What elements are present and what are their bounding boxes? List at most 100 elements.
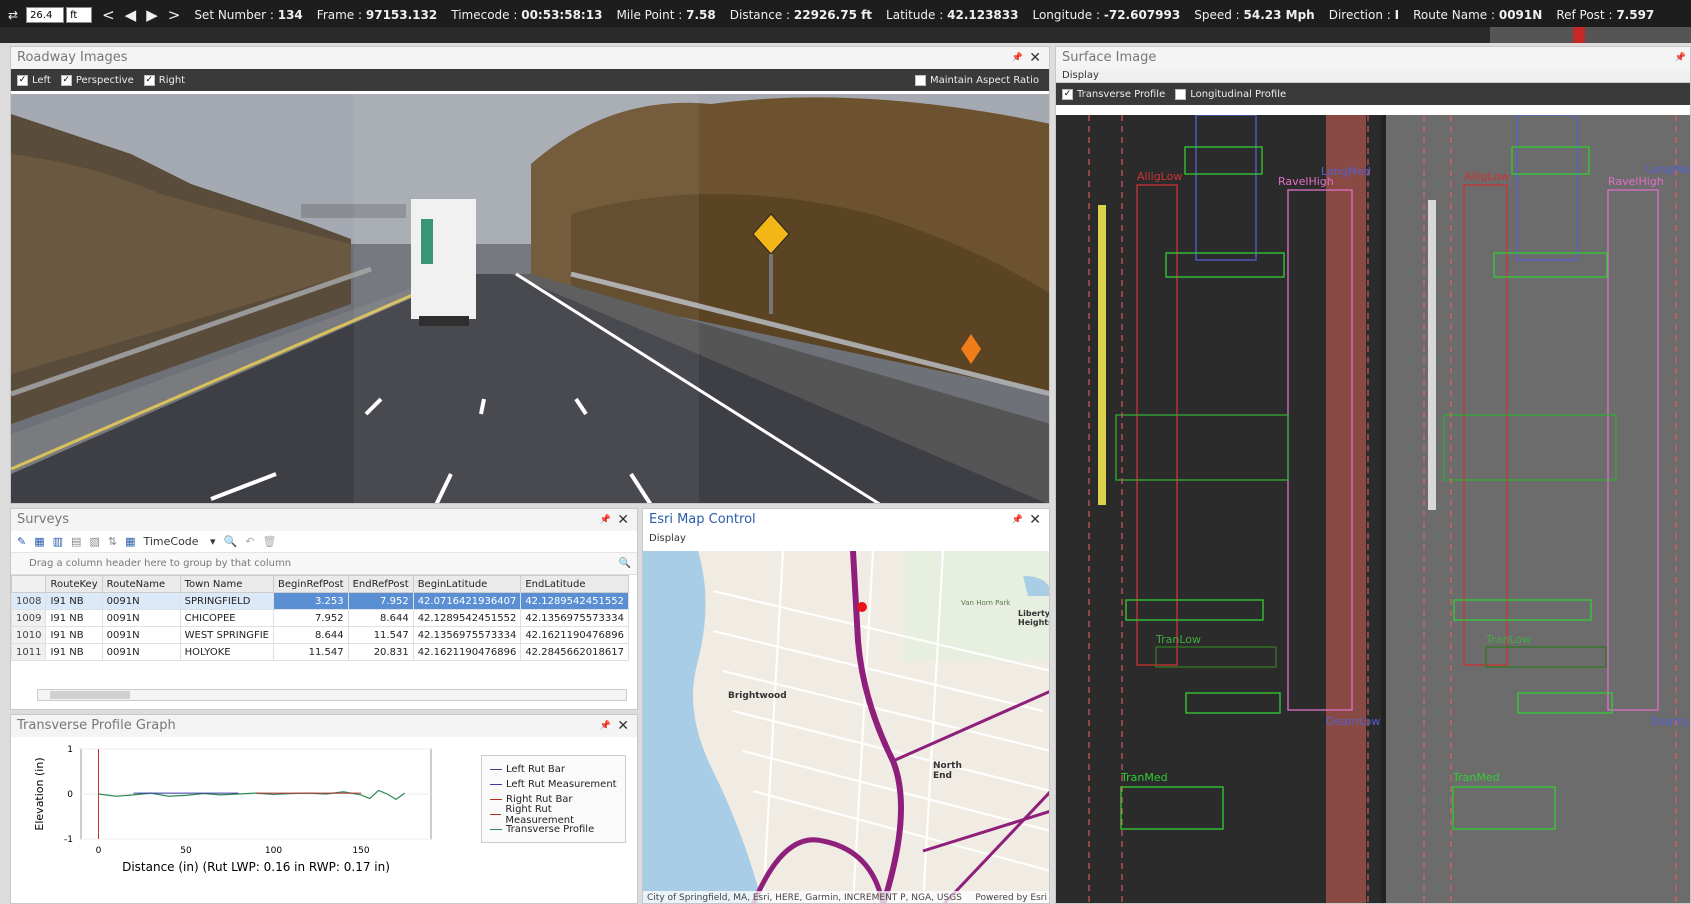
table-cell[interactable]: I91 NB bbox=[45, 643, 103, 661]
row-number: 1011 bbox=[11, 643, 47, 661]
grid-filter-icon[interactable]: ▧ bbox=[89, 535, 99, 548]
search-icon[interactable]: 🔍 bbox=[619, 553, 631, 575]
x-tick-label: 0 bbox=[96, 846, 102, 856]
table-cell[interactable]: 42.0716421936407 bbox=[412, 592, 522, 610]
table-cell[interactable]: I91 NB bbox=[45, 609, 103, 627]
close-icon[interactable]: ✕ bbox=[1029, 509, 1041, 531]
x-tick-label: 150 bbox=[352, 846, 369, 856]
status-field: Timecode : 00:53:58:13 bbox=[451, 8, 603, 22]
timeline-seekbar[interactable] bbox=[0, 27, 1691, 43]
row-number: 1008 bbox=[11, 592, 47, 610]
pin-icon[interactable]: 📌 bbox=[600, 715, 611, 737]
table-row[interactable]: 1010 I91 NB 0091N WEST SPRINGFIE 8.644 11.547… bbox=[11, 626, 629, 644]
column-header[interactable]: Town Name bbox=[179, 575, 275, 593]
search-icon[interactable]: 🔍 bbox=[224, 535, 238, 548]
table-cell[interactable]: 0091N bbox=[101, 609, 181, 627]
table-cell[interactable]: 0091N bbox=[101, 643, 181, 661]
y-tick-label: -1 bbox=[64, 835, 73, 845]
table-cell[interactable]: 7.952 bbox=[347, 592, 414, 610]
esri-map-panel: Esri Map Control 📌 ✕ Display Brightwood No… bbox=[642, 508, 1050, 904]
table-row[interactable]: 1008 I91 NB 0091N SPRINGFIELD 3.253 7.952 42.0… bbox=[11, 592, 629, 610]
table-cell[interactable]: 42.1356975573334 bbox=[520, 609, 629, 627]
map-canvas[interactable]: Brightwood North End Liberty Heights Van… bbox=[643, 551, 1050, 903]
next-frame-button[interactable]: > bbox=[168, 6, 181, 24]
column-header[interactable]: BeginRefPost bbox=[273, 575, 349, 593]
step-distance-input[interactable]: 26.4 bbox=[26, 7, 65, 23]
close-icon[interactable]: ✕ bbox=[617, 715, 629, 737]
display-menu[interactable]: Display bbox=[1062, 70, 1099, 81]
status-field: Mile Point : 7.58 bbox=[616, 8, 716, 22]
table-row[interactable]: 1011 I91 NB 0091N HOLYOKE 11.547 20.831 42.162… bbox=[11, 643, 629, 661]
x-axis-label: Distance (in) (Rut LWP: 0.16 in RWP: 0.1… bbox=[122, 860, 390, 874]
table-cell[interactable]: WEST SPRINGFIE bbox=[179, 626, 275, 644]
table-cell[interactable]: 42.1621190476896 bbox=[520, 626, 629, 644]
close-icon[interactable]: ✕ bbox=[1029, 47, 1041, 69]
column-header[interactable]: BeginLatitude bbox=[412, 575, 522, 593]
left-checkbox[interactable]: ✓ Left bbox=[17, 74, 51, 86]
longitudinal-profile-checkbox[interactable]: Longitudinal Profile bbox=[1175, 88, 1286, 100]
play-reverse-button[interactable]: ◀ bbox=[125, 6, 137, 24]
table-cell[interactable]: HOLYOKE bbox=[179, 643, 275, 661]
map-place-label: Liberty Heights bbox=[1018, 609, 1050, 627]
pin-icon[interactable]: 📌 bbox=[1012, 509, 1023, 531]
timeline-position-marker[interactable] bbox=[1573, 27, 1585, 43]
sort-icon[interactable]: ⇅ bbox=[108, 535, 117, 548]
table-cell[interactable]: 42.1621190476896 bbox=[412, 643, 522, 661]
maintain-aspect-checkbox[interactable]: Maintain Aspect Ratio bbox=[914, 74, 1039, 86]
table-cell[interactable]: 0091N bbox=[101, 626, 181, 644]
map-attribution: City of Springfield, MA, Esri, HERE, Gar… bbox=[647, 893, 962, 903]
table-cell[interactable]: 0091N bbox=[101, 592, 181, 610]
table-cell[interactable]: 3.253 bbox=[273, 592, 349, 610]
previous-frame-button[interactable]: < bbox=[102, 6, 115, 24]
grid-view-icon[interactable]: ▦ bbox=[34, 535, 44, 548]
grid-rows-icon[interactable]: ▤ bbox=[71, 535, 81, 548]
transverse-profile-checkbox[interactable]: ✓ Transverse Profile bbox=[1062, 88, 1165, 100]
map-place-label: Van Horn Park bbox=[961, 599, 1011, 607]
group-by-hint[interactable]: Drag a column header here to group by th… bbox=[11, 553, 637, 575]
top-toolbar: ⇄ 26.4 ft < ◀ ▶ > Set Number : 134 Frame … bbox=[0, 0, 1691, 30]
delete-icon[interactable]: 🗑 bbox=[263, 535, 277, 548]
step-unit-select[interactable]: ft bbox=[66, 7, 93, 23]
table-cell[interactable]: 8.644 bbox=[347, 609, 414, 627]
column-header[interactable]: RouteKey bbox=[45, 575, 103, 593]
table-row[interactable]: 1009 I91 NB 0091N CHICOPEE 7.952 8.644 42.1289… bbox=[11, 609, 629, 627]
timecode-icon[interactable]: ▦ bbox=[125, 535, 135, 548]
status-field: Ref Post : 7.597 bbox=[1556, 8, 1655, 22]
table-cell[interactable]: 11.547 bbox=[347, 626, 414, 644]
playback-mode-icon[interactable]: ⇄ bbox=[8, 8, 18, 22]
play-forward-button[interactable]: ▶ bbox=[146, 6, 158, 24]
status-field: Latitude : 42.123833 bbox=[886, 8, 1019, 22]
table-cell[interactable]: SPRINGFIELD bbox=[179, 592, 275, 610]
table-cell[interactable]: 20.831 bbox=[347, 643, 414, 661]
table-cell[interactable]: I91 NB bbox=[45, 626, 103, 644]
perspective-checkbox[interactable]: ✓ Perspective bbox=[60, 74, 134, 86]
right-checkbox[interactable]: ✓ Right bbox=[143, 74, 185, 86]
horizontal-scrollbar[interactable] bbox=[37, 689, 627, 701]
table-cell[interactable]: I91 NB bbox=[45, 592, 103, 610]
roadway-images-panel: Roadway Images 📌 ✕ ✓ Left ✓ Perspective ✓ Rig… bbox=[10, 46, 1050, 504]
display-menu[interactable]: Display bbox=[649, 533, 686, 544]
defect-label: AlligLow bbox=[1464, 170, 1510, 183]
table-cell[interactable]: 8.644 bbox=[273, 626, 349, 644]
esri-powered-label[interactable]: Powered by Esri bbox=[975, 891, 1047, 903]
table-cell[interactable]: CHICOPEE bbox=[179, 609, 275, 627]
table-cell[interactable]: 7.952 bbox=[273, 609, 349, 627]
pin-icon[interactable]: 📌 bbox=[1012, 47, 1023, 69]
close-icon[interactable]: ✕ bbox=[617, 509, 629, 531]
map-place-label: North End bbox=[933, 761, 962, 781]
table-cell[interactable]: 11.547 bbox=[273, 643, 349, 661]
transverse-profile-graph-panel: Transverse Profile Graph 📌 ✕ -1 0 1 0 50 100 150… bbox=[10, 714, 638, 904]
table-cell[interactable]: 42.1356975573334 bbox=[412, 626, 522, 644]
pin-icon[interactable]: 📌 bbox=[600, 509, 611, 531]
undo-icon[interactable]: ↶ bbox=[245, 535, 254, 548]
pin-icon[interactable]: 📌 bbox=[1675, 47, 1686, 69]
column-header[interactable]: EndRefPost bbox=[347, 575, 414, 593]
edit-icon[interactable]: ✎ bbox=[17, 535, 26, 548]
grid-columns-icon[interactable]: ▥ bbox=[53, 535, 63, 548]
column-header[interactable]: RouteName bbox=[101, 575, 181, 593]
table-cell[interactable]: 42.1289542451552 bbox=[412, 609, 522, 627]
timecode-select[interactable]: TimeCode ▾ bbox=[143, 535, 215, 548]
table-cell[interactable]: 42.2845662018617 bbox=[520, 643, 629, 661]
column-header[interactable]: EndLatitude bbox=[520, 575, 629, 593]
table-cell[interactable]: 42.1289542451552 bbox=[520, 592, 629, 610]
